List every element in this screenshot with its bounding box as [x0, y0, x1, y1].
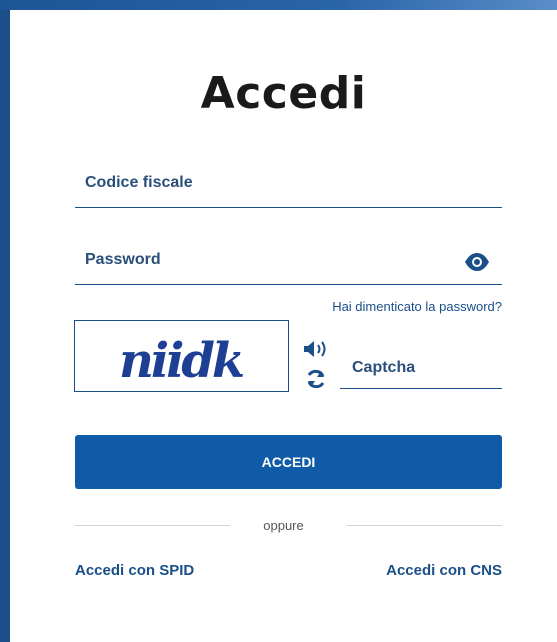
or-label: oppure: [263, 518, 304, 533]
captcha-text: niidk: [119, 333, 245, 389]
login-card: Accedi Codice fiscale Password Hai dimen…: [10, 10, 557, 642]
captcha-image: niidk: [74, 320, 289, 392]
fiscal-code-field[interactable]: Codice fiscale: [75, 163, 506, 209]
captcha-field[interactable]: Captcha: [340, 350, 502, 389]
forgot-password-link[interactable]: Hai dimenticato la password?: [332, 299, 502, 314]
eye-icon[interactable]: [464, 251, 490, 273]
password-input[interactable]: [75, 240, 506, 286]
audio-icon[interactable]: [302, 338, 332, 360]
refresh-icon[interactable]: [305, 368, 327, 390]
window-frame: [0, 0, 557, 10]
fiscal-code-input[interactable]: [75, 163, 506, 209]
login-button[interactable]: ACCEDI: [75, 435, 502, 489]
page-title: Accedi: [200, 68, 367, 119]
cns-login-link[interactable]: Accedi con CNS: [386, 562, 502, 579]
password-field[interactable]: Password: [75, 240, 506, 286]
spid-login-link[interactable]: Accedi con SPID: [75, 562, 194, 579]
captcha-label: Captcha: [352, 359, 416, 376]
